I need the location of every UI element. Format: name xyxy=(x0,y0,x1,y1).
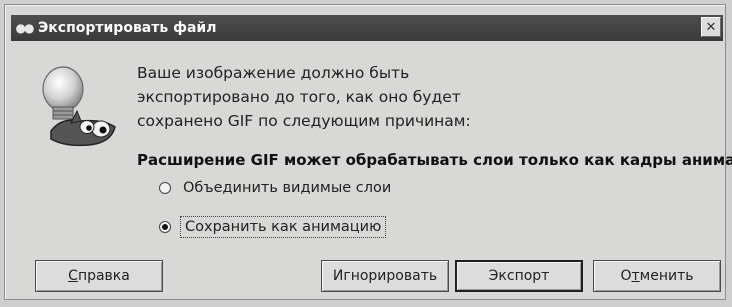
gimp-eyes-icon: ●● xyxy=(15,21,35,35)
export-dialog: ●● Экспортировать файл ✕ Ваше изображени… xyxy=(4,4,732,300)
radio-button-selected[interactable] xyxy=(159,221,171,233)
button-label: Игнорировать xyxy=(332,268,438,284)
close-icon: ✕ xyxy=(705,19,717,35)
title-bar[interactable]: ●● Экспортировать файл ✕ xyxy=(11,15,723,41)
cancel-button[interactable]: От менить xyxy=(593,260,721,292)
explanation-text: Ваше изображение должно быть экспортиров… xyxy=(137,61,471,133)
button-label: правка xyxy=(77,268,130,284)
button-label: менить xyxy=(639,268,694,284)
radio-button[interactable] xyxy=(159,182,171,194)
dialog-title: Экспортировать файл xyxy=(38,20,217,36)
message-line: сохранено GIF по следующим причинам: xyxy=(137,112,471,130)
reason-heading: Расширение GIF может обрабатывать слои т… xyxy=(137,151,732,169)
export-button[interactable]: Экспорт xyxy=(455,260,583,292)
message-line: экспортировано до того, как оно будет xyxy=(137,88,461,106)
radio-label[interactable]: Объединить видимые слои xyxy=(183,180,391,196)
close-button[interactable]: ✕ xyxy=(701,17,721,37)
ignore-button[interactable]: Игнорировать xyxy=(321,260,449,292)
gimp-wilber-lightbulb-icon xyxy=(42,66,116,147)
accel-char: т xyxy=(631,268,640,284)
accel-char: С xyxy=(68,268,78,284)
radio-save-as-animation[interactable]: Сохранить как анимацию xyxy=(159,216,387,238)
radio-label[interactable]: Сохранить как анимацию xyxy=(179,216,387,238)
button-label: Экспорт xyxy=(488,268,550,284)
help-button[interactable]: Справка xyxy=(35,260,163,292)
button-label: О xyxy=(620,268,632,284)
message-line: Ваше изображение должно быть xyxy=(137,64,410,82)
radio-merge-layers[interactable]: Объединить видимые слои xyxy=(159,180,391,196)
